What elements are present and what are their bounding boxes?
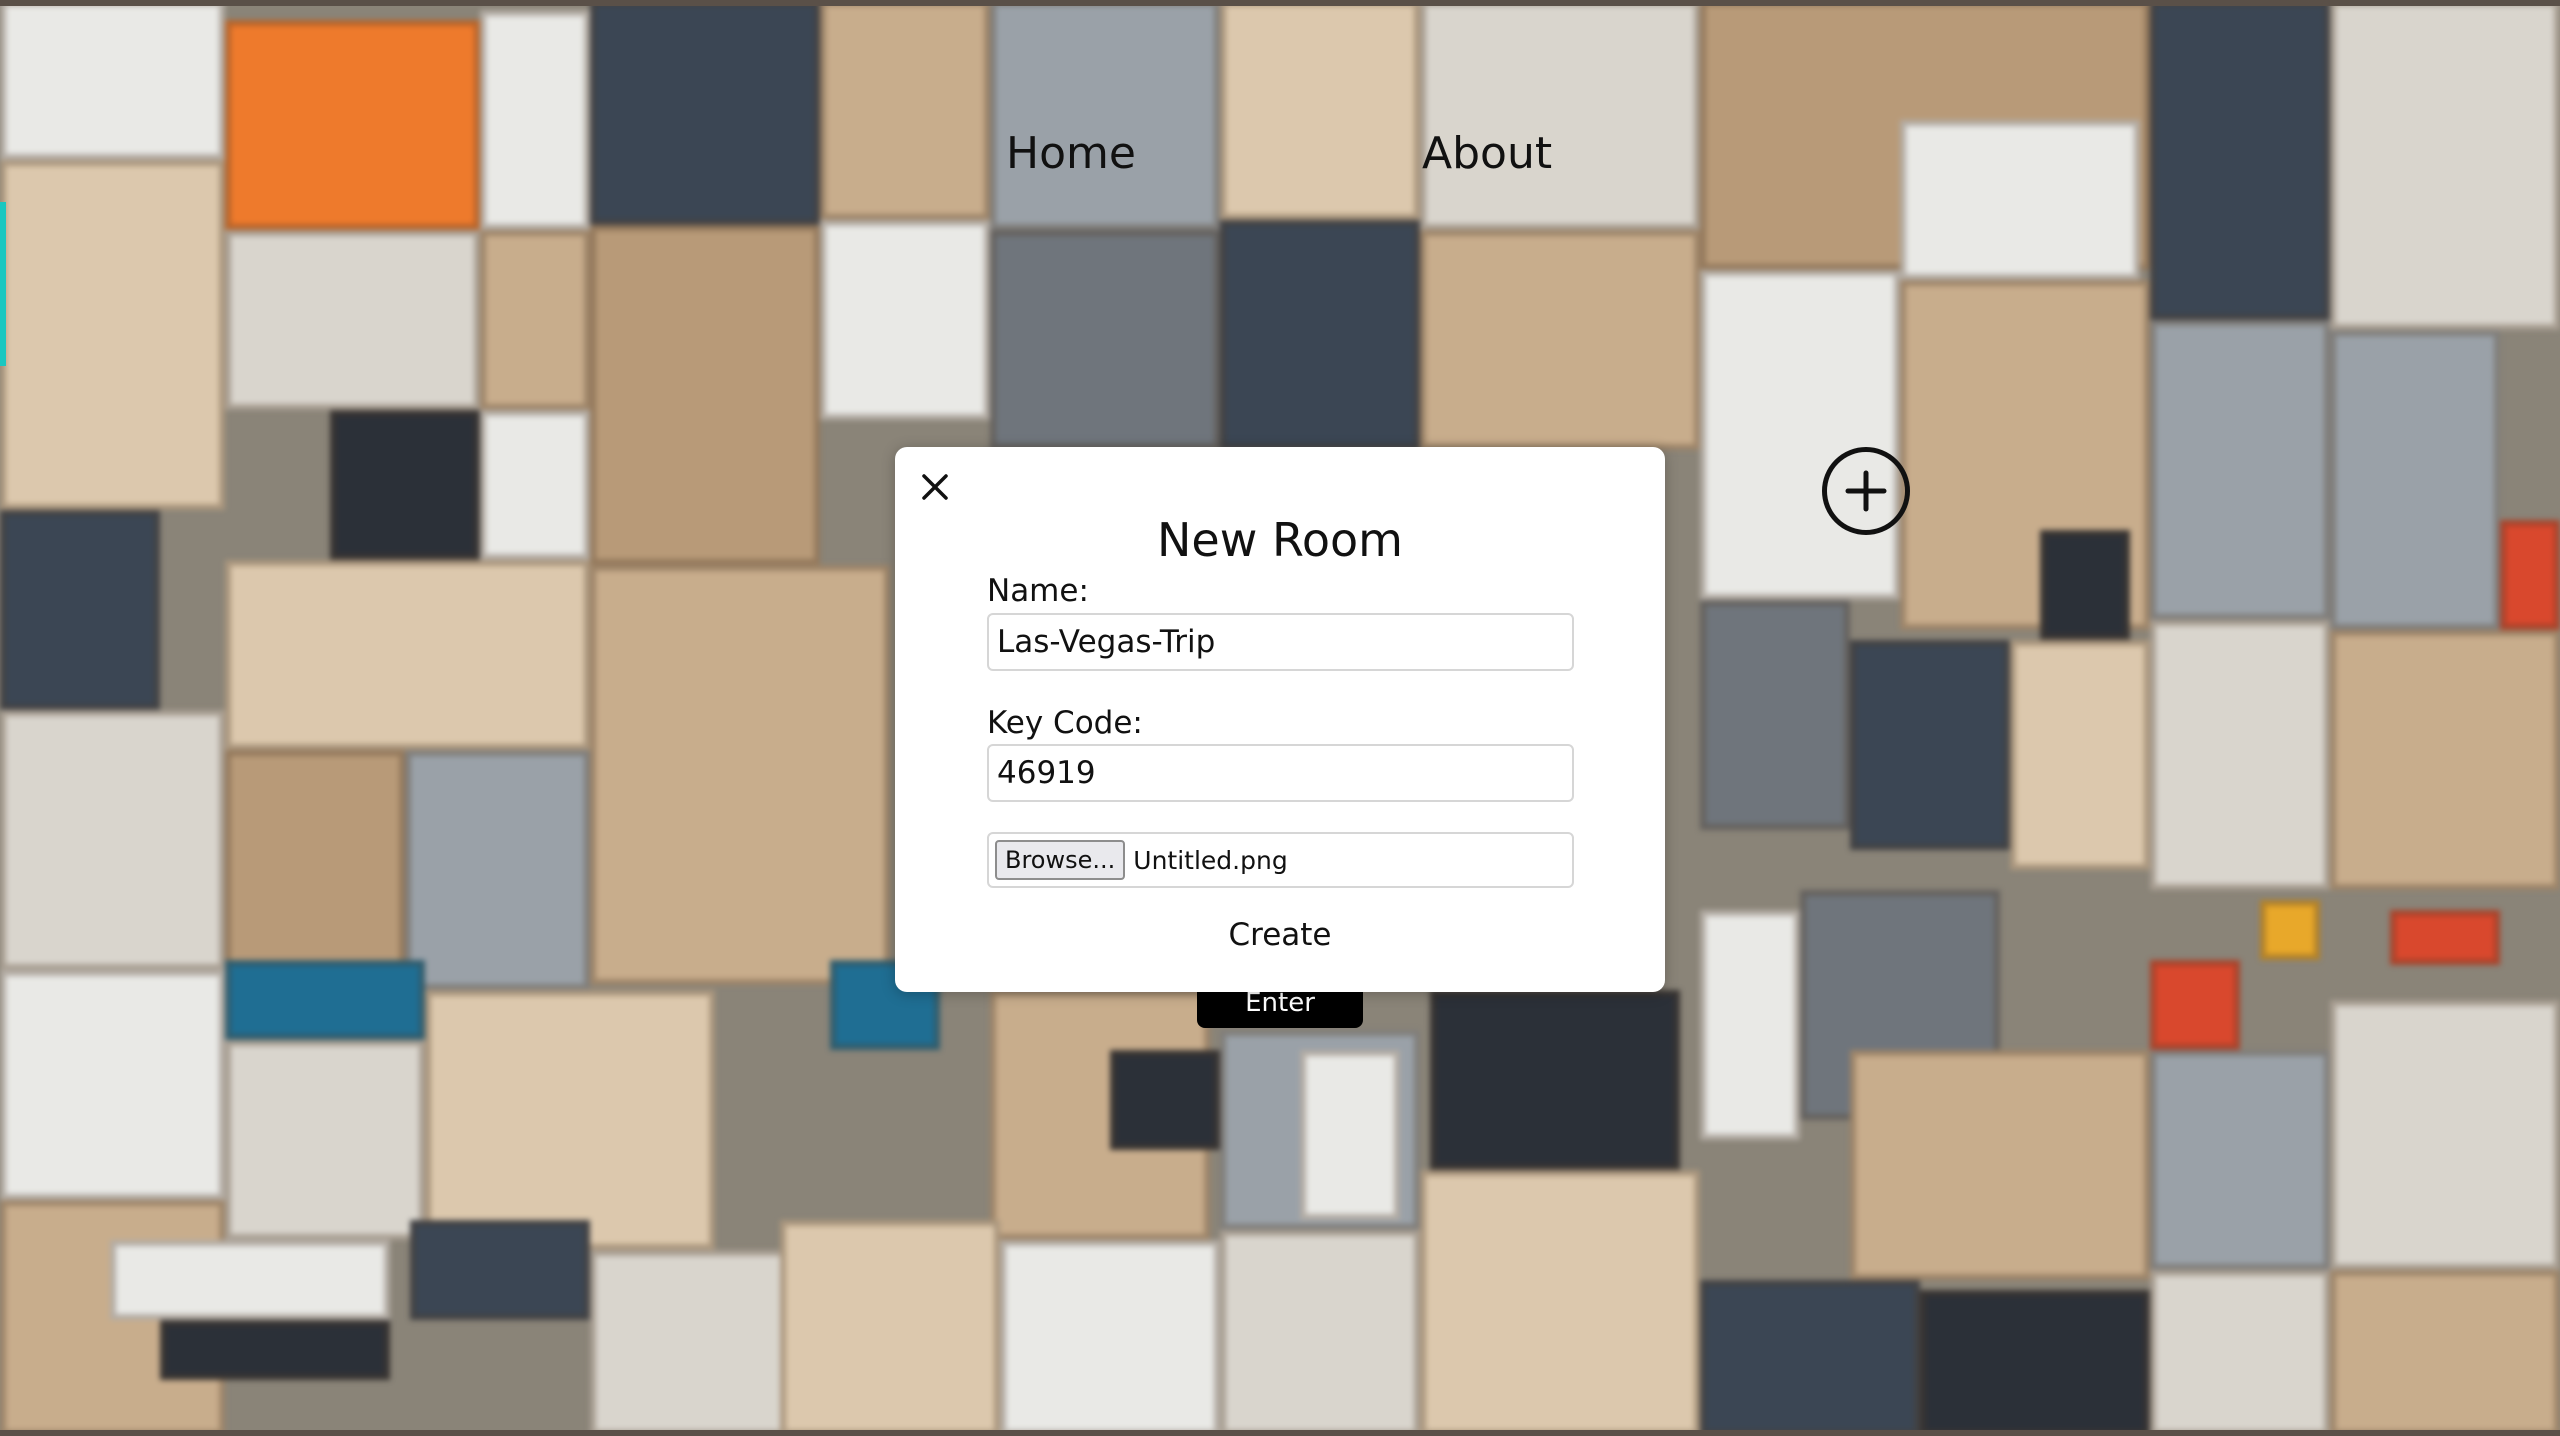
key-code-label: Key Code: <box>987 705 1143 741</box>
browse-button[interactable]: Browse... <box>995 840 1126 880</box>
modal-title: New Room <box>1157 513 1403 567</box>
nav-link-about[interactable]: About <box>1422 128 1552 179</box>
selected-file-name: Untitled.png <box>1133 845 1288 875</box>
add-room-button[interactable] <box>1822 447 1910 535</box>
nav-link-home[interactable]: Home <box>1006 128 1136 179</box>
left-accent-bar <box>0 202 6 366</box>
close-icon <box>922 474 948 500</box>
name-input[interactable] <box>987 613 1574 671</box>
close-button[interactable] <box>917 469 953 505</box>
bottom-border <box>0 1430 2560 1436</box>
create-button[interactable]: Create <box>895 917 1665 953</box>
name-label: Name: <box>987 573 1089 609</box>
new-room-modal: New Room Name: Key Code: Browse... Untit… <box>895 447 1665 992</box>
key-code-input[interactable] <box>987 744 1574 802</box>
plus-icon <box>1845 470 1887 512</box>
top-border <box>0 0 2560 6</box>
file-input[interactable]: Browse... Untitled.png <box>987 832 1574 888</box>
